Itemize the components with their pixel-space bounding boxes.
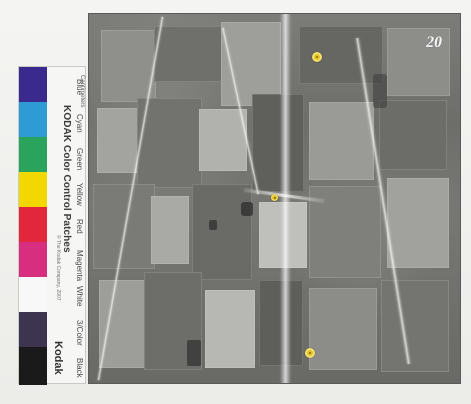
strip-subtitle: © The Kodak Company, 2007 bbox=[55, 235, 61, 301]
patch-label-green: Green bbox=[75, 148, 84, 171]
field-patch bbox=[205, 290, 255, 368]
strip-title: KODAK Color Control Patches bbox=[61, 105, 72, 253]
green-swatch bbox=[19, 137, 47, 172]
yellow-swatch bbox=[19, 172, 47, 207]
patch-label-red: Red bbox=[75, 219, 84, 234]
magenta-swatch bbox=[19, 242, 47, 277]
aerial-photo-frame: 20 bbox=[89, 14, 460, 383]
strip-labels: Centimeters Blue Cyan Green Yellow Red M… bbox=[47, 67, 87, 383]
patch-label-white: White bbox=[75, 286, 84, 307]
aerial-photo: 20 bbox=[89, 14, 460, 383]
color-swatches bbox=[19, 67, 47, 385]
marker-dot bbox=[305, 348, 315, 358]
marker-dot bbox=[271, 194, 278, 201]
scan-page: Centimeters Blue Cyan Green Yellow Red M… bbox=[0, 0, 471, 404]
field-patch bbox=[309, 102, 374, 180]
field-patch bbox=[192, 184, 252, 280]
field-patch bbox=[151, 196, 189, 264]
marker-dot bbox=[312, 52, 322, 62]
main-road bbox=[281, 14, 290, 383]
black-swatch bbox=[19, 347, 47, 385]
settlement-cluster bbox=[187, 340, 201, 366]
cyan-swatch bbox=[19, 102, 47, 137]
field-patch bbox=[154, 26, 224, 82]
kodak-logo: Kodak bbox=[52, 341, 64, 375]
field-patch bbox=[379, 100, 447, 170]
patch-label-black: Black bbox=[75, 358, 84, 378]
settlement-cluster bbox=[241, 202, 253, 216]
patch-label-magenta: Magenta bbox=[75, 250, 84, 282]
patch-label-cyan: Cyan bbox=[75, 114, 84, 133]
field-patch bbox=[252, 94, 304, 192]
field-patch bbox=[387, 178, 449, 268]
patch-label-3-color: 3/Color bbox=[75, 320, 84, 346]
settlement-cluster bbox=[373, 74, 387, 108]
settlement-cluster bbox=[209, 220, 217, 230]
3-color-swatch bbox=[19, 312, 47, 347]
patch-label-yellow: Yellow bbox=[75, 183, 84, 206]
photo-number-label: 20 bbox=[424, 34, 444, 51]
kodak-control-strip: Centimeters Blue Cyan Green Yellow Red M… bbox=[18, 66, 87, 385]
patch-label-blue: Blue bbox=[75, 79, 84, 96]
field-patch bbox=[97, 108, 139, 173]
field-patch bbox=[309, 288, 377, 370]
white-swatch bbox=[19, 277, 47, 312]
field-patch bbox=[381, 280, 449, 372]
blue-swatch bbox=[19, 67, 47, 102]
red-swatch bbox=[19, 207, 47, 242]
